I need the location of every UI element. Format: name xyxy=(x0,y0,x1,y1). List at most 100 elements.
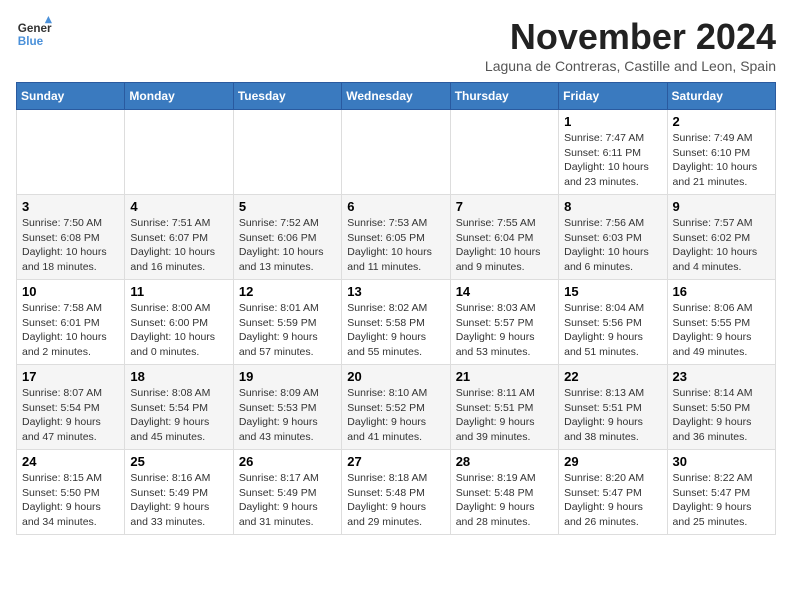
day-number: 5 xyxy=(239,199,336,214)
cell-content: Sunrise: 8:03 AMSunset: 5:57 PMDaylight:… xyxy=(456,301,553,360)
cell-content: Sunrise: 7:58 AMSunset: 6:01 PMDaylight:… xyxy=(22,301,119,360)
calendar-day-cell: 10 Sunrise: 7:58 AMSunset: 6:01 PMDayligh… xyxy=(17,280,125,365)
cell-content: Sunrise: 8:22 AMSunset: 5:47 PMDaylight:… xyxy=(673,471,770,530)
day-number: 14 xyxy=(456,284,553,299)
cell-content: Sunrise: 8:17 AMSunset: 5:49 PMDaylight:… xyxy=(239,471,336,530)
day-number: 26 xyxy=(239,454,336,469)
empty-cell xyxy=(450,110,558,195)
cell-content: Sunrise: 7:49 AMSunset: 6:10 PMDaylight:… xyxy=(673,131,770,190)
cell-content: Sunrise: 8:18 AMSunset: 5:48 PMDaylight:… xyxy=(347,471,444,530)
weekday-header-row: SundayMondayTuesdayWednesdayThursdayFrid… xyxy=(17,83,776,110)
weekday-header-wednesday: Wednesday xyxy=(342,83,450,110)
weekday-header-thursday: Thursday xyxy=(450,83,558,110)
calendar-day-cell: 23 Sunrise: 8:14 AMSunset: 5:50 PMDayligh… xyxy=(667,365,775,450)
cell-content: Sunrise: 8:19 AMSunset: 5:48 PMDaylight:… xyxy=(456,471,553,530)
calendar-week-row: 17Sunrise: 8:07 AMSunset: 5:54 PMDayligh… xyxy=(17,365,776,450)
day-number: 3 xyxy=(22,199,119,214)
day-number: 21 xyxy=(456,369,553,384)
empty-cell xyxy=(17,110,125,195)
calendar-day-cell: 11 Sunrise: 8:00 AMSunset: 6:00 PMDayligh… xyxy=(125,280,233,365)
calendar-day-cell: 1 Sunrise: 7:47 AMSunset: 6:11 PMDaylight… xyxy=(559,110,667,195)
cell-content: Sunrise: 8:01 AMSunset: 5:59 PMDaylight:… xyxy=(239,301,336,360)
cell-content: Sunrise: 8:08 AMSunset: 5:54 PMDaylight:… xyxy=(130,386,227,445)
cell-content: Sunrise: 8:07 AMSunset: 5:54 PMDaylight:… xyxy=(22,386,119,445)
weekday-header-saturday: Saturday xyxy=(667,83,775,110)
calendar-day-cell: 19 Sunrise: 8:09 AMSunset: 5:53 PMDayligh… xyxy=(233,365,341,450)
cell-content: Sunrise: 8:14 AMSunset: 5:50 PMDaylight:… xyxy=(673,386,770,445)
calendar-week-row: 10 Sunrise: 7:58 AMSunset: 6:01 PMDayligh… xyxy=(17,280,776,365)
day-number: 7 xyxy=(456,199,553,214)
calendar-day-cell: 15Sunrise: 8:04 AMSunset: 5:56 PMDayligh… xyxy=(559,280,667,365)
calendar-day-cell: 20 Sunrise: 8:10 AMSunset: 5:52 PMDayligh… xyxy=(342,365,450,450)
day-number: 10 xyxy=(22,284,119,299)
cell-content: Sunrise: 8:02 AMSunset: 5:58 PMDaylight:… xyxy=(347,301,444,360)
day-number: 19 xyxy=(239,369,336,384)
calendar-day-cell: 26 Sunrise: 8:17 AMSunset: 5:49 PMDayligh… xyxy=(233,450,341,535)
day-number: 4 xyxy=(130,199,227,214)
cell-content: Sunrise: 7:55 AMSunset: 6:04 PMDaylight:… xyxy=(456,216,553,275)
calendar-day-cell: 9 Sunrise: 7:57 AMSunset: 6:02 PMDaylight… xyxy=(667,195,775,280)
empty-cell xyxy=(342,110,450,195)
calendar-week-row: 3 Sunrise: 7:50 AMSunset: 6:08 PMDaylight… xyxy=(17,195,776,280)
calendar-day-cell: 27 Sunrise: 8:18 AMSunset: 5:48 PMDayligh… xyxy=(342,450,450,535)
month-title: November 2024 xyxy=(485,16,776,58)
day-number: 12 xyxy=(239,284,336,299)
calendar-table: SundayMondayTuesdayWednesdayThursdayFrid… xyxy=(16,82,776,535)
empty-cell xyxy=(233,110,341,195)
calendar-day-cell: 25 Sunrise: 8:16 AMSunset: 5:49 PMDayligh… xyxy=(125,450,233,535)
cell-content: Sunrise: 8:10 AMSunset: 5:52 PMDaylight:… xyxy=(347,386,444,445)
day-number: 25 xyxy=(130,454,227,469)
day-number: 8 xyxy=(564,199,661,214)
calendar-day-cell: 14 Sunrise: 8:03 AMSunset: 5:57 PMDayligh… xyxy=(450,280,558,365)
day-number: 24 xyxy=(22,454,119,469)
svg-text:General: General xyxy=(18,22,52,35)
day-number: 28 xyxy=(456,454,553,469)
cell-content: Sunrise: 8:13 AMSunset: 5:51 PMDaylight:… xyxy=(564,386,661,445)
day-number: 23 xyxy=(673,369,770,384)
calendar-week-row: 24 Sunrise: 8:15 AMSunset: 5:50 PMDayligh… xyxy=(17,450,776,535)
cell-content: Sunrise: 8:00 AMSunset: 6:00 PMDaylight:… xyxy=(130,301,227,360)
calendar-week-row: 1 Sunrise: 7:47 AMSunset: 6:11 PMDaylight… xyxy=(17,110,776,195)
cell-content: Sunrise: 7:57 AMSunset: 6:02 PMDaylight:… xyxy=(673,216,770,275)
cell-content: Sunrise: 7:53 AMSunset: 6:05 PMDaylight:… xyxy=(347,216,444,275)
cell-content: Sunrise: 8:11 AMSunset: 5:51 PMDaylight:… xyxy=(456,386,553,445)
calendar-day-cell: 13 Sunrise: 8:02 AMSunset: 5:58 PMDayligh… xyxy=(342,280,450,365)
calendar-day-cell: 30 Sunrise: 8:22 AMSunset: 5:47 PMDayligh… xyxy=(667,450,775,535)
day-number: 29 xyxy=(564,454,661,469)
weekday-header-monday: Monday xyxy=(125,83,233,110)
title-area: November 2024 Laguna de Contreras, Casti… xyxy=(485,16,776,74)
calendar-day-cell: 7 Sunrise: 7:55 AMSunset: 6:04 PMDaylight… xyxy=(450,195,558,280)
calendar-day-cell: 12 Sunrise: 8:01 AMSunset: 5:59 PMDayligh… xyxy=(233,280,341,365)
day-number: 20 xyxy=(347,369,444,384)
day-number: 6 xyxy=(347,199,444,214)
calendar-day-cell: 28 Sunrise: 8:19 AMSunset: 5:48 PMDayligh… xyxy=(450,450,558,535)
cell-content: Sunrise: 8:09 AMSunset: 5:53 PMDaylight:… xyxy=(239,386,336,445)
calendar-day-cell: 18 Sunrise: 8:08 AMSunset: 5:54 PMDayligh… xyxy=(125,365,233,450)
cell-content: Sunrise: 8:06 AMSunset: 5:55 PMDaylight:… xyxy=(673,301,770,360)
cell-content: Sunrise: 7:50 AMSunset: 6:08 PMDaylight:… xyxy=(22,216,119,275)
day-number: 27 xyxy=(347,454,444,469)
day-number: 30 xyxy=(673,454,770,469)
weekday-header-tuesday: Tuesday xyxy=(233,83,341,110)
calendar-day-cell: 24 Sunrise: 8:15 AMSunset: 5:50 PMDayligh… xyxy=(17,450,125,535)
day-number: 2 xyxy=(673,114,770,129)
cell-content: Sunrise: 7:51 AMSunset: 6:07 PMDaylight:… xyxy=(130,216,227,275)
calendar-day-cell: 29Sunrise: 8:20 AMSunset: 5:47 PMDayligh… xyxy=(559,450,667,535)
day-number: 11 xyxy=(130,284,227,299)
cell-content: Sunrise: 8:15 AMSunset: 5:50 PMDaylight:… xyxy=(22,471,119,530)
cell-content: Sunrise: 8:04 AMSunset: 5:56 PMDaylight:… xyxy=(564,301,661,360)
page-header: General Blue November 2024 Laguna de Con… xyxy=(16,16,776,74)
cell-content: Sunrise: 8:16 AMSunset: 5:49 PMDaylight:… xyxy=(130,471,227,530)
day-number: 18 xyxy=(130,369,227,384)
cell-content: Sunrise: 7:52 AMSunset: 6:06 PMDaylight:… xyxy=(239,216,336,275)
calendar-day-cell: 17Sunrise: 8:07 AMSunset: 5:54 PMDayligh… xyxy=(17,365,125,450)
calendar-day-cell: 16Sunrise: 8:06 AMSunset: 5:55 PMDayligh… xyxy=(667,280,775,365)
calendar-day-cell: 6 Sunrise: 7:53 AMSunset: 6:05 PMDaylight… xyxy=(342,195,450,280)
cell-content: Sunrise: 7:47 AMSunset: 6:11 PMDaylight:… xyxy=(564,131,661,190)
day-number: 9 xyxy=(673,199,770,214)
day-number: 13 xyxy=(347,284,444,299)
calendar-day-cell: 4 Sunrise: 7:51 AMSunset: 6:07 PMDaylight… xyxy=(125,195,233,280)
empty-cell xyxy=(125,110,233,195)
cell-content: Sunrise: 7:56 AMSunset: 6:03 PMDaylight:… xyxy=(564,216,661,275)
day-number: 1 xyxy=(564,114,661,129)
